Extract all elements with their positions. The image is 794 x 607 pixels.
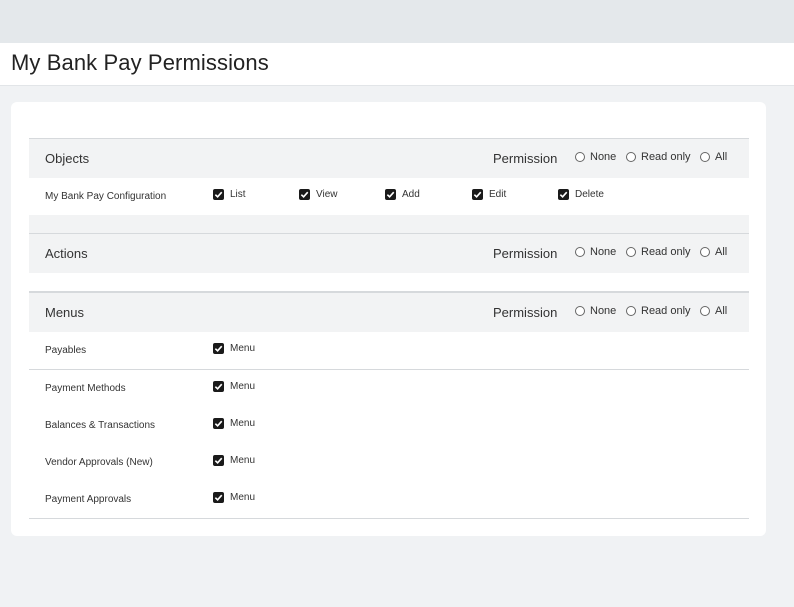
check-label: Menu [230, 381, 256, 392]
check-label: Menu [230, 455, 256, 466]
row-label: Payment Approvals [45, 494, 132, 505]
row-label: Payment Methods [45, 383, 126, 394]
check-list[interactable]: List [213, 189, 246, 200]
radio-circle-icon[interactable] [575, 247, 585, 257]
check-edit[interactable]: Edit [472, 189, 506, 200]
menu-row-payables: Payables Menu [29, 332, 749, 370]
radio-label: All [715, 246, 728, 258]
radio-label: Read only [641, 151, 691, 163]
check-menu[interactable]: Menu [213, 418, 255, 429]
section-title-actions: Actions [45, 246, 88, 261]
menu-row-balances-transactions: Balances & Transactions Menu [29, 407, 749, 445]
radio-circle-icon[interactable] [626, 306, 636, 316]
permission-label: Permission [493, 246, 558, 261]
radio-objects-all[interactable]: All [700, 151, 727, 163]
menu-row-vendor-approvals: Vendor Approvals (New) Menu [29, 444, 749, 482]
radio-circle-icon[interactable] [700, 247, 710, 257]
radio-menus-none[interactable]: None [575, 305, 616, 317]
section-spacer [29, 215, 749, 234]
check-label: Delete [575, 189, 604, 200]
radio-objects-none[interactable]: None [575, 151, 616, 163]
radio-circle-icon[interactable] [575, 306, 585, 316]
row-label: Payables [45, 345, 87, 356]
radio-circle-icon[interactable] [700, 152, 710, 162]
checkmark-icon[interactable] [385, 189, 396, 200]
checkmark-icon[interactable] [213, 189, 224, 200]
check-label: View [316, 189, 338, 200]
radio-circle-icon[interactable] [626, 247, 636, 257]
check-label: Edit [489, 189, 507, 200]
radio-label: All [715, 305, 728, 317]
radio-actions-read-only[interactable]: Read only [626, 246, 691, 258]
radio-label: All [715, 151, 728, 163]
section-header-actions: Actions Permission None Read only All [29, 233, 749, 274]
top-nav-bar [0, 0, 794, 43]
page-title: My Bank Pay Permissions [11, 50, 269, 75]
radio-label: None [590, 151, 617, 163]
radio-label: None [590, 305, 617, 317]
check-menu[interactable]: Menu [213, 381, 255, 392]
check-view[interactable]: View [299, 189, 338, 200]
check-menu[interactable]: Menu [213, 492, 255, 503]
section-spacer [29, 273, 749, 292]
radio-actions-none[interactable]: None [575, 246, 616, 258]
row-label: My Bank Pay Configuration [45, 191, 167, 202]
check-delete[interactable]: Delete [558, 189, 604, 200]
check-menu[interactable]: Menu [213, 343, 255, 354]
check-add[interactable]: Add [385, 189, 420, 200]
row-label: Vendor Approvals (New) [45, 457, 153, 468]
radio-label: Read only [641, 246, 691, 258]
checkmark-icon[interactable] [213, 455, 224, 466]
radio-actions-all[interactable]: All [700, 246, 727, 258]
checkmark-icon[interactable] [213, 418, 224, 429]
section-title-objects: Objects [45, 151, 90, 166]
check-label: Menu [230, 343, 256, 354]
permission-label: Permission [493, 151, 558, 166]
checkmark-icon[interactable] [558, 189, 569, 200]
checkmark-icon[interactable] [213, 381, 224, 392]
check-label: Menu [230, 418, 256, 429]
checkmark-icon[interactable] [213, 492, 224, 503]
checkmark-icon[interactable] [299, 189, 310, 200]
radio-circle-icon[interactable] [575, 152, 585, 162]
section-header-objects: Objects Permission None Read only All [29, 138, 749, 179]
section-header-menus: Menus Permission None Read only All [29, 292, 749, 333]
object-row-my-bank-pay-configuration: My Bank Pay Configuration List View Add … [29, 178, 749, 216]
menu-row-payment-approvals: Payment Approvals Menu [29, 481, 749, 519]
radio-label: None [590, 246, 617, 258]
check-menu[interactable]: Menu [213, 455, 255, 466]
radio-menus-read-only[interactable]: Read only [626, 305, 691, 317]
permission-label: Permission [493, 305, 558, 320]
checkmark-icon[interactable] [472, 189, 483, 200]
permissions-card: Objects Permission None Read only All My… [11, 102, 766, 536]
radio-circle-icon[interactable] [626, 152, 636, 162]
radio-menus-all[interactable]: All [700, 305, 727, 317]
section-title-menus: Menus [45, 305, 85, 320]
radio-objects-read-only[interactable]: Read only [626, 151, 691, 163]
menu-row-payment-methods: Payment Methods Menu [29, 370, 749, 408]
row-label: Balances & Transactions [45, 420, 156, 431]
check-label: Add [402, 189, 420, 200]
check-label: List [230, 189, 246, 200]
radio-circle-icon[interactable] [700, 306, 710, 316]
radio-label: Read only [641, 305, 691, 317]
page-header: My Bank Pay Permissions [0, 43, 794, 86]
check-label: Menu [230, 492, 256, 503]
checkmark-icon[interactable] [213, 343, 224, 354]
